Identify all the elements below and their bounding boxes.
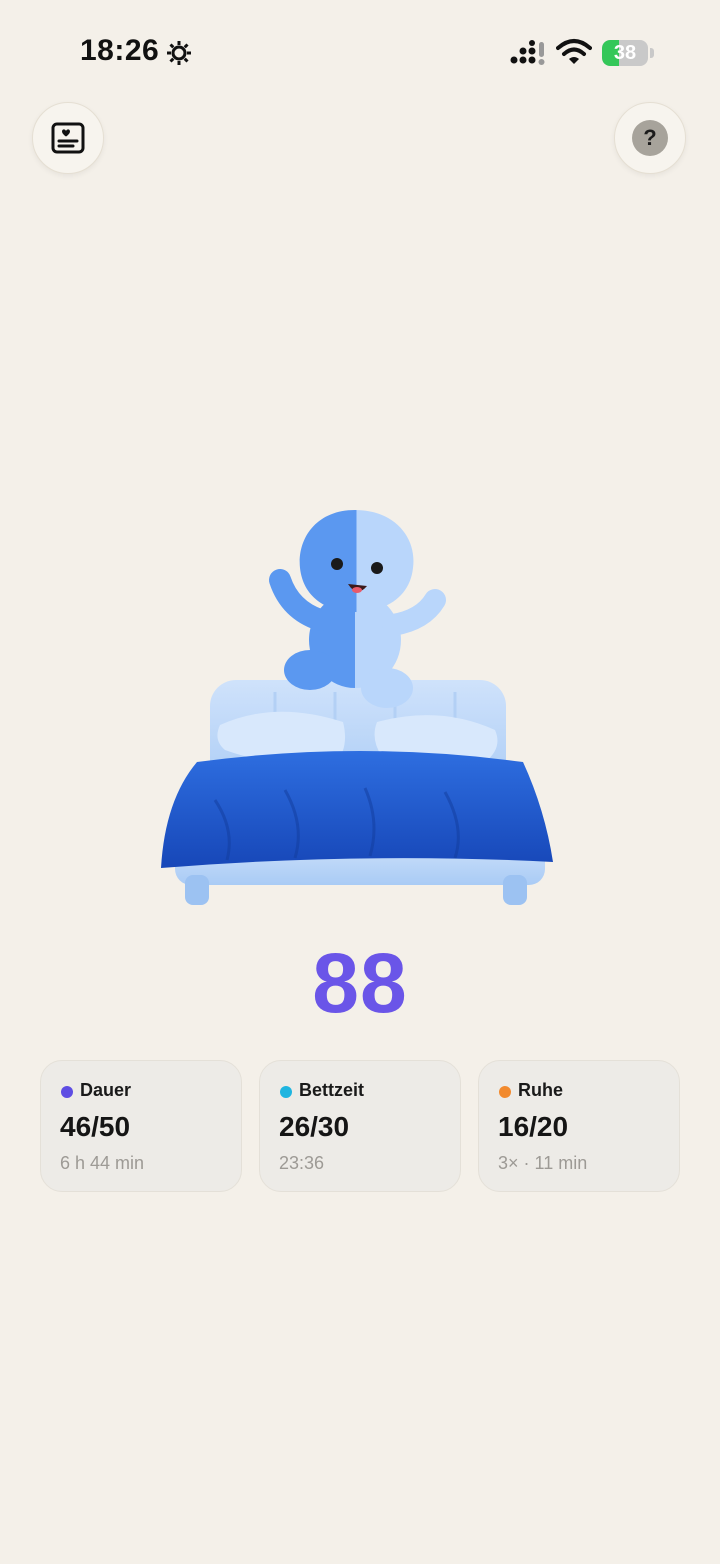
journal-button[interactable] <box>32 102 104 174</box>
metric-value: 16/20 <box>498 1111 569 1142</box>
battery-indicator: 38 <box>602 40 654 66</box>
gear-icon <box>167 41 191 65</box>
metric-label: Dauer <box>80 1080 132 1100</box>
dot-icon <box>61 1086 73 1098</box>
metric-detail: 6 h 44 min <box>60 1153 145 1173</box>
metric-label: Bettzeit <box>299 1080 365 1100</box>
status-time: 18:26 <box>80 34 160 67</box>
journal-heart-icon <box>51 122 85 154</box>
cellular-signal-icon <box>510 40 545 65</box>
dot-icon <box>499 1086 511 1098</box>
metric-value: 46/50 <box>60 1111 131 1142</box>
battery-level: 38 <box>613 42 637 64</box>
status-bar: 18:26 38 <box>0 0 720 100</box>
metric-detail: 23:36 <box>279 1153 325 1173</box>
sleep-score: 88 <box>312 936 408 1030</box>
help-icon: ? <box>632 120 668 156</box>
dot-icon <box>280 1086 292 1098</box>
metric-card-bedtime[interactable]: Bettzeit 26/30 23:36 <box>259 1060 461 1192</box>
wifi-icon <box>556 39 592 64</box>
bed-mascot-icon <box>161 510 553 905</box>
help-button[interactable]: ? <box>614 102 686 174</box>
metric-card-rest[interactable]: Ruhe 16/20 3× · 11 min <box>478 1060 680 1192</box>
metric-detail: 3× · 11 min <box>498 1153 588 1173</box>
metric-value: 26/30 <box>279 1111 350 1142</box>
metric-card-duration[interactable]: Dauer 46/50 6 h 44 min <box>40 1060 242 1192</box>
metric-label: Ruhe <box>518 1080 563 1100</box>
